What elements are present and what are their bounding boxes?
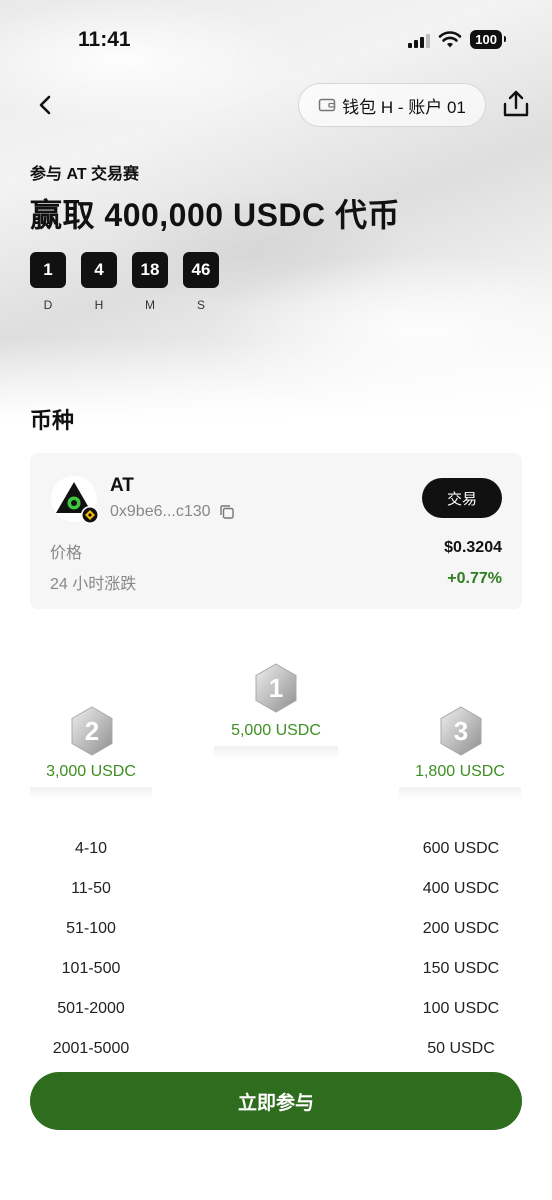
- countdown-seconds-value: 46: [183, 252, 219, 288]
- rank-range: 501-2000: [57, 1000, 125, 1017]
- section-title-token: 币种: [30, 408, 75, 433]
- rank-3-podium: [399, 787, 521, 801]
- event-title: 赢取 400,000 USDC 代币: [30, 197, 401, 233]
- rank-1-prize: 5,000 USDC: [231, 722, 321, 739]
- rank-prize: 200 USDC: [422, 920, 500, 937]
- rank-range: 4-10: [74, 840, 108, 857]
- wallet-selector[interactable]: 钱包 H - 账户 01: [298, 83, 486, 127]
- rank-1-number: 1: [269, 673, 283, 703]
- rank-3-prize: 1,800 USDC: [415, 763, 505, 780]
- join-now-button[interactable]: 立即参与: [30, 1072, 522, 1130]
- rank-row: 501-2000 100 USDC: [0, 1000, 552, 1026]
- token-logo-icon: [51, 476, 99, 524]
- rank-3-number: 3: [454, 716, 468, 746]
- rank-2-prize: 3,000 USDC: [46, 763, 136, 780]
- trade-button[interactable]: 交易: [422, 478, 502, 518]
- rank-row: 101-500 150 USDC: [0, 960, 552, 986]
- token-name: AT: [110, 475, 134, 496]
- rank-range: 2001-5000: [52, 1040, 130, 1057]
- countdown-days-label: D: [43, 298, 53, 312]
- price-value: $0.3204: [444, 539, 502, 556]
- price-label: 价格: [50, 545, 83, 562]
- rank-2-number: 2: [85, 716, 99, 746]
- rank-row: 51-100 200 USDC: [0, 920, 552, 946]
- countdown-hours: 4 H: [81, 252, 117, 312]
- countdown-days-value: 1: [30, 252, 66, 288]
- copy-icon[interactable]: [219, 504, 235, 520]
- token-address: 0x9be6...c130: [110, 503, 211, 520]
- rank-prize: 600 USDC: [422, 840, 500, 857]
- rank-prize: 400 USDC: [422, 880, 500, 897]
- status-icons: 100: [408, 30, 506, 49]
- rank-1-medal-icon: 1: [255, 663, 297, 713]
- rank-prize: 150 USDC: [422, 960, 500, 977]
- rank-prize: 50 USDC: [427, 1040, 495, 1057]
- token-card: AT 0x9be6...c130 交易 价格 $0.3204 24 小时涨跌 +…: [30, 453, 522, 609]
- change-row: 24 小时涨跌 +0.77%: [50, 570, 502, 594]
- countdown-minutes: 18 M: [132, 252, 168, 312]
- rank-prize: 100 USDC: [422, 1000, 500, 1017]
- battery-indicator: 100: [470, 30, 506, 49]
- countdown-minutes-value: 18: [132, 252, 168, 288]
- token-address-row: 0x9be6...c130: [110, 503, 235, 521]
- status-time: 11:41: [78, 28, 131, 51]
- rank-range: 51-100: [66, 920, 116, 937]
- wallet-icon: [318, 98, 336, 112]
- countdown-seconds: 46 S: [183, 252, 219, 312]
- wallet-label: 钱包 H - 账户 01: [342, 97, 466, 117]
- change-label: 24 小时涨跌: [50, 576, 137, 593]
- countdown-timer: 1 D 4 H 18 M 46 S: [30, 252, 219, 312]
- back-button[interactable]: [30, 90, 60, 120]
- countdown-minutes-label: M: [145, 298, 155, 312]
- rank-row: 11-50 400 USDC: [0, 880, 552, 906]
- share-icon[interactable]: [500, 88, 532, 120]
- change-value: +0.77%: [447, 570, 502, 587]
- rank-range: 11-50: [71, 880, 111, 897]
- countdown-seconds-label: S: [196, 298, 205, 312]
- event-subtitle: 参与 AT 交易赛: [30, 166, 140, 183]
- rank-row: 4-10 600 USDC: [0, 840, 552, 866]
- countdown-hours-value: 4: [81, 252, 117, 288]
- signal-icon: [408, 32, 431, 48]
- wifi-icon: [438, 30, 462, 47]
- rank-2-podium: [30, 787, 152, 801]
- countdown-hours-label: H: [94, 298, 104, 312]
- rank-row: 2001-5000 50 USDC: [0, 1040, 552, 1066]
- rank-1-podium: [214, 746, 338, 760]
- rank-3-medal-icon: 3: [440, 706, 482, 756]
- rank-range: 101-500: [61, 960, 121, 977]
- countdown-days: 1 D: [30, 252, 66, 312]
- price-row: 价格 $0.3204: [50, 539, 502, 563]
- rank-2-medal-icon: 2: [71, 706, 113, 756]
